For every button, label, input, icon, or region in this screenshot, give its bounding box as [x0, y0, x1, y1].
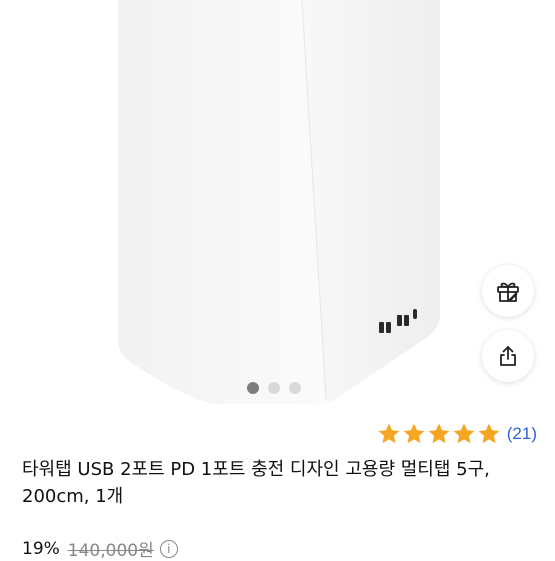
- discount-rate: 19%: [22, 538, 60, 559]
- pagination-dot[interactable]: [268, 382, 280, 394]
- gallery-pagination: [247, 382, 301, 394]
- pagination-dot[interactable]: [289, 382, 301, 394]
- product-image-gallery[interactable]: [0, 0, 555, 404]
- product-image: [118, 0, 440, 404]
- price-row: 19% 140,000원 i: [22, 536, 178, 561]
- original-price: 140,000원: [67, 541, 154, 561]
- star-icon: [453, 423, 475, 444]
- product-title: 타워탭 USB 2포트 PD 1포트 충전 디자인 고용량 멀티탭 5구, 20…: [22, 459, 490, 507]
- star-icon: [403, 423, 425, 444]
- star-icon: [478, 423, 500, 444]
- gift-button[interactable]: [482, 265, 534, 317]
- rating[interactable]: (21): [376, 422, 537, 446]
- star-icon: [428, 423, 450, 444]
- share-icon: [500, 346, 516, 366]
- gift-icon: [497, 282, 519, 302]
- review-count-link[interactable]: (21): [507, 424, 537, 444]
- pagination-dot[interactable]: [247, 382, 259, 394]
- star-icon: [378, 423, 400, 444]
- share-button[interactable]: [482, 330, 534, 382]
